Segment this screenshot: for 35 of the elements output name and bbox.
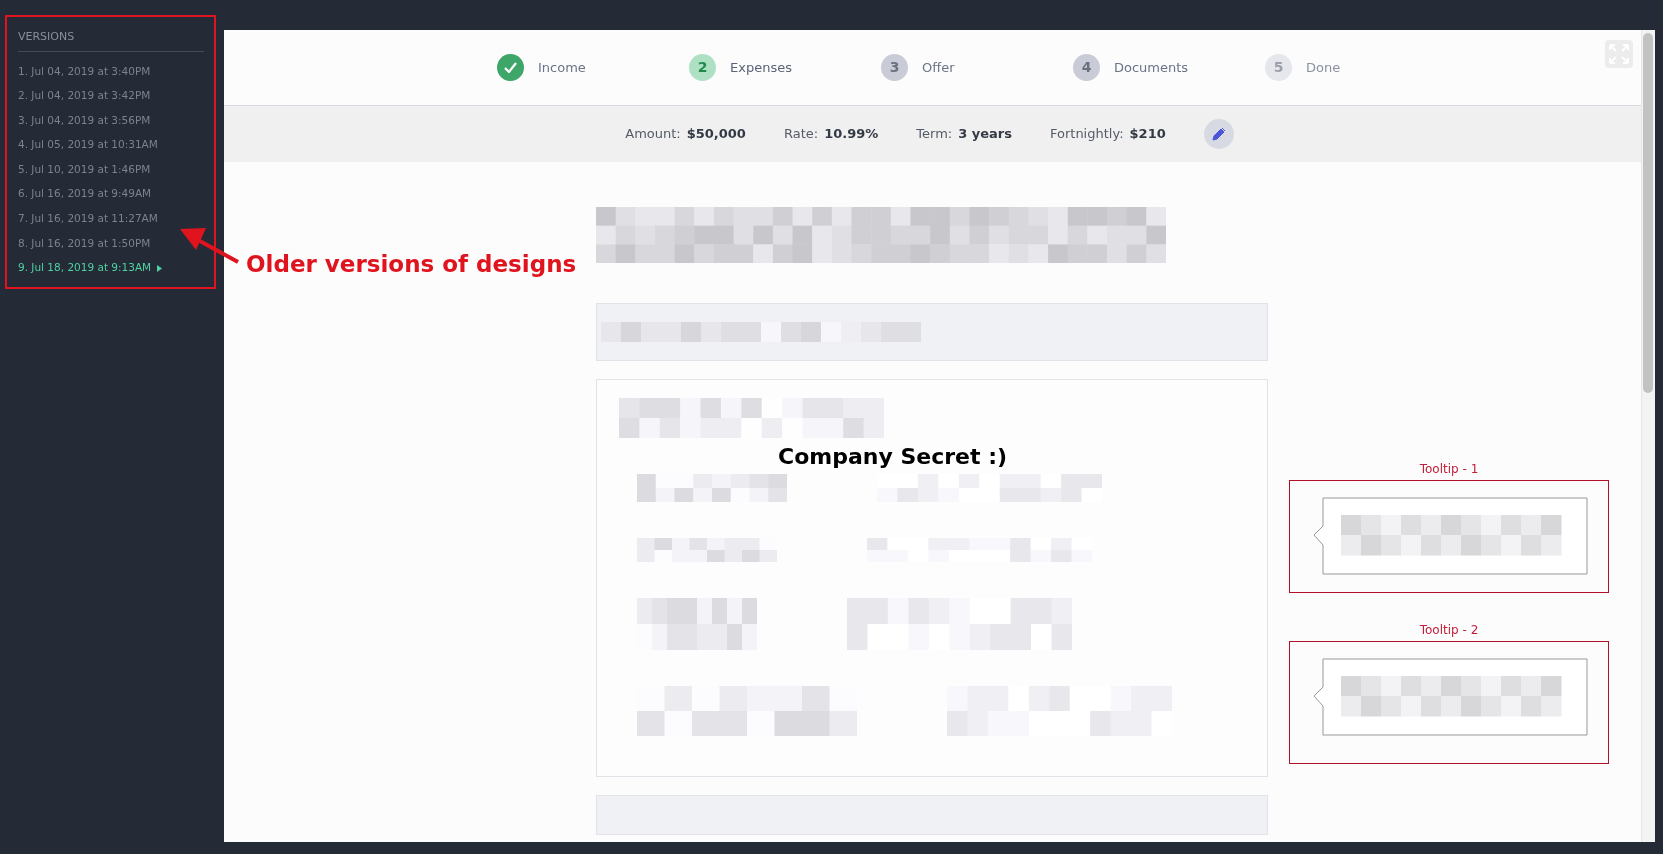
step-label: Expenses bbox=[730, 58, 792, 77]
summary-value: 3 years bbox=[958, 125, 1012, 144]
scrollbar[interactable] bbox=[1641, 30, 1655, 842]
pencil-icon bbox=[1211, 127, 1226, 141]
step-number: 2 bbox=[689, 54, 716, 81]
version-link[interactable]: 3. Jul 04, 2019 at 3:56PM bbox=[18, 108, 151, 132]
step-label: Income bbox=[538, 58, 586, 77]
step-number: 5 bbox=[1265, 54, 1292, 81]
step-number: 3 bbox=[881, 54, 908, 81]
summary-value: 10.99% bbox=[824, 125, 879, 144]
version-link[interactable]: 2. Jul 04, 2019 at 3:42PM bbox=[18, 84, 151, 107]
sidebar-heading: VERSIONS bbox=[18, 29, 204, 52]
step-label: Documents bbox=[1114, 58, 1189, 77]
annotation-label: Tooltip - 2 bbox=[1418, 622, 1480, 639]
annotation-text: Older versions of designs bbox=[246, 250, 577, 279]
summary-value: $50,000 bbox=[686, 125, 746, 144]
annotation-text: Company Secret :) bbox=[778, 443, 1008, 471]
version-link[interactable]: 5. Jul 10, 2019 at 1:46PM bbox=[18, 157, 151, 181]
version-link[interactable]: 6. Jul 16, 2019 at 9:49AM bbox=[18, 182, 152, 206]
summary-label: Fortnightly: bbox=[1049, 125, 1124, 144]
version-link[interactable]: 4. Jul 05, 2019 at 10:31AM bbox=[18, 133, 158, 156]
version-link[interactable]: 9. Jul 18, 2019 at 9:13AM bbox=[18, 256, 163, 279]
version-link[interactable]: 7. Jul 16, 2019 at 11:27AM bbox=[18, 207, 158, 230]
version-link[interactable]: 1. Jul 04, 2019 at 3:40PM bbox=[18, 59, 151, 83]
summary-label: Term: bbox=[916, 125, 953, 144]
annotation-label: Tooltip - 1 bbox=[1418, 461, 1480, 478]
step-number: 4 bbox=[1073, 54, 1100, 81]
caret-icon bbox=[157, 264, 163, 272]
version-link[interactable]: 8. Jul 16, 2019 at 1:50PM bbox=[18, 231, 151, 255]
step-label: Offer bbox=[922, 58, 955, 77]
edit-button[interactable] bbox=[1203, 119, 1234, 149]
step-label: Done bbox=[1306, 58, 1341, 77]
summary-value: $210 bbox=[1129, 125, 1166, 144]
summary-label: Amount: bbox=[625, 125, 681, 144]
summary-label: Rate: bbox=[783, 125, 819, 144]
